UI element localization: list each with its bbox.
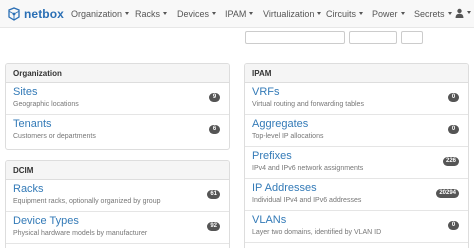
nav-organization[interactable]: Organization xyxy=(71,8,130,20)
vlans-link[interactable]: VLANs xyxy=(252,214,468,227)
nav-racks[interactable]: Racks xyxy=(135,8,168,20)
count-badge: 0 xyxy=(448,221,459,230)
item-description: Top-level IP allocations xyxy=(252,133,324,140)
user-menu[interactable] xyxy=(455,8,471,18)
count-badge: 61 xyxy=(207,190,220,199)
caret-down-icon xyxy=(447,12,452,16)
caret-down-icon xyxy=(467,10,471,14)
caret-down-icon xyxy=(359,12,364,16)
netbox-logo-icon xyxy=(8,7,20,21)
brand-name: netbox xyxy=(24,7,64,21)
count-badge: 226 xyxy=(442,157,459,166)
item-description: Geographic locations xyxy=(13,101,79,108)
count-badge: 0 xyxy=(448,125,459,134)
list-item-prefixes: Prefixes IPv4 and IPv6 network assignmen… xyxy=(245,147,468,179)
brand-logo-link[interactable]: netbox xyxy=(7,5,64,23)
item-description: Virtual routing and forwarding tables xyxy=(252,101,364,108)
list-item-device-types: Device Types Physical hardware models by… xyxy=(6,212,229,244)
panel-heading: Organization xyxy=(6,64,229,83)
search-scope-select[interactable] xyxy=(349,31,397,44)
sites-link[interactable]: Sites xyxy=(13,86,229,99)
top-navbar: netbox Organization Racks Devices IPAM V… xyxy=(0,0,474,28)
item-description: Layer two domains, identified by VLAN ID xyxy=(252,229,382,236)
list-item-tenants: Tenants Customers or departments 6 xyxy=(6,115,229,147)
item-description: IPv4 and IPv6 network assignments xyxy=(252,165,364,172)
search-button[interactable] xyxy=(401,31,423,44)
list-item-racks: Racks Equipment racks, optionally organi… xyxy=(6,180,229,212)
nav-ipam[interactable]: IPAM xyxy=(225,8,254,20)
device-types-link[interactable]: Device Types xyxy=(13,215,229,228)
search-bar xyxy=(0,28,474,50)
nav-circuits[interactable]: Circuits xyxy=(326,8,364,20)
caret-down-icon xyxy=(125,12,130,16)
caret-down-icon xyxy=(317,12,322,16)
count-badge: 6 xyxy=(209,125,220,134)
search-input[interactable] xyxy=(245,31,345,44)
user-icon xyxy=(455,8,464,18)
list-item-aggregates: Aggregates Top-level IP allocations 0 xyxy=(245,115,468,147)
caret-down-icon xyxy=(212,12,217,16)
list-item-ip-addresses: IP Addresses Individual IPv4 and IPv6 ad… xyxy=(245,179,468,211)
racks-link[interactable]: Racks xyxy=(13,183,229,196)
item-description: Physical hardware models by manufacturer xyxy=(13,230,148,237)
caret-down-icon xyxy=(163,12,168,16)
count-badge: 9 xyxy=(209,93,220,102)
count-badge: 0 xyxy=(448,93,459,102)
caret-down-icon xyxy=(400,12,405,16)
list-item-vrfs: VRFs Virtual routing and forwarding tabl… xyxy=(245,83,468,115)
panel-heading: DCIM xyxy=(6,161,229,180)
ipam-panel: IPAM VRFs Virtual routing and forwarding… xyxy=(244,63,469,248)
count-badge: 20294 xyxy=(436,189,459,198)
dcim-panel: DCIM Racks Equipment racks, optionally o… xyxy=(5,160,230,248)
nav-power[interactable]: Power xyxy=(372,8,405,20)
organization-panel: Organization Sites Geographic locations … xyxy=(5,63,230,150)
list-item-vlans: VLANs Layer two domains, identified by V… xyxy=(245,211,468,243)
item-description: Equipment racks, optionally organized by… xyxy=(13,198,161,205)
item-description: Individual IPv4 and IPv6 addresses xyxy=(252,197,362,204)
nav-secrets[interactable]: Secrets xyxy=(414,8,452,20)
panel-heading: IPAM xyxy=(245,64,468,83)
nav-virtualization[interactable]: Virtualization xyxy=(263,8,322,20)
tenants-link[interactable]: Tenants xyxy=(13,118,229,131)
vrfs-link[interactable]: VRFs xyxy=(252,86,468,99)
aggregates-link[interactable]: Aggregates xyxy=(252,118,468,131)
prefixes-link[interactable]: Prefixes xyxy=(252,150,468,163)
caret-down-icon xyxy=(249,12,254,16)
list-item-sites: Sites Geographic locations 9 xyxy=(6,83,229,115)
nav-devices[interactable]: Devices xyxy=(177,8,217,20)
count-badge: 92 xyxy=(207,222,220,231)
item-description: Customers or departments xyxy=(13,133,96,140)
